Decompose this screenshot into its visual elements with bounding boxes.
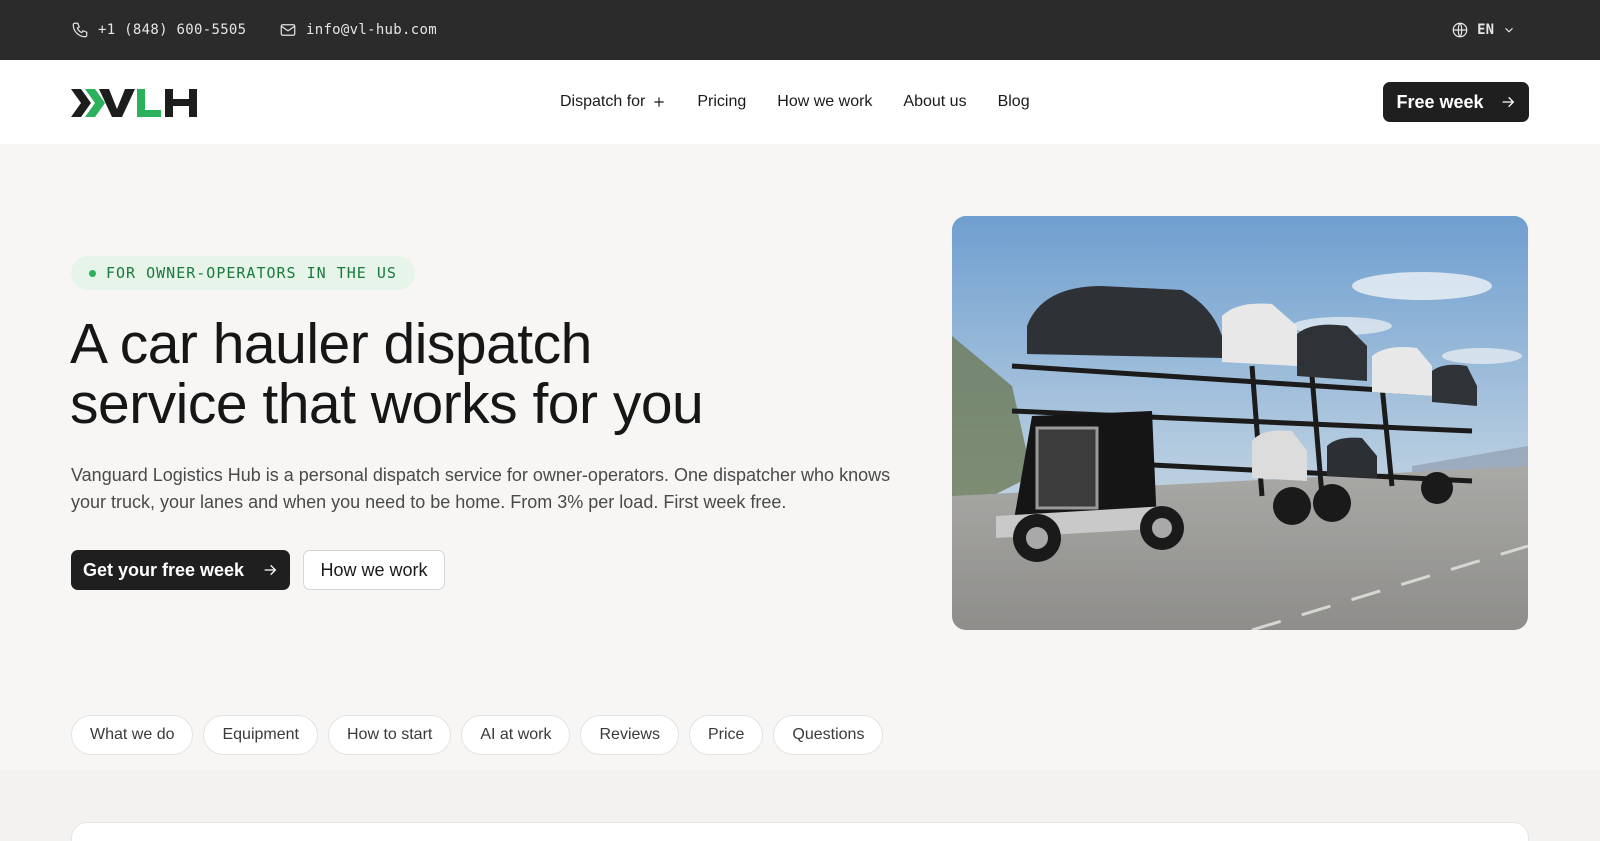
get-free-week-button[interactable]: Get your free week [71,550,290,590]
tab-ai-at-work[interactable]: AI at work [461,715,571,755]
nav-how-we-work[interactable]: How we work [777,93,872,111]
hero-description: Vanguard Logistics Hub is a personal dis… [71,465,891,512]
plus-icon [654,97,665,107]
how-we-work-button[interactable]: How we work [303,550,445,590]
tab-equipment[interactable]: Equipment [203,715,318,755]
get-free-week-label: Get your free week [82,559,245,580]
hero-title-line1: A car hauler dispatch [70,312,592,376]
vlh-logo[interactable] [71,87,201,119]
main-nav: Dispatch for Pricing How we work About u… [560,60,1061,144]
tab-how-to-start[interactable]: How to start [327,715,452,755]
arrow-right-icon [1502,96,1514,108]
email-contact[interactable]: info@vl-hub.com [279,0,437,60]
top-bar: +1 (848) 600-5505 info@vl-hub.com EN [0,0,1600,60]
nav-dispatch-for-label: Dispatch for [560,93,646,110]
tab-price[interactable]: Price [688,715,764,755]
tab-what-we-do[interactable]: What we do [71,715,194,755]
how-we-work-label: How we work [320,559,428,580]
free-week-button[interactable]: Free week [1383,82,1529,122]
badge-dot [89,269,96,277]
globe-icon [1452,22,1468,38]
site-header: Dispatch for Pricing How we work About u… [0,60,1600,144]
nav-about-us[interactable]: About us [903,93,966,111]
chevron-down-icon [1505,27,1513,33]
car-hauler-truck-image [952,216,1528,630]
audience-badge: FOR OWNER-OPERATORS IN THE US [71,256,415,290]
arrow-right-icon [264,564,277,576]
section-tabs: What we do Equipment How to start AI at … [71,715,884,755]
hero-title-line2: service that works for you [70,372,704,436]
free-week-label: Free week [1396,91,1484,112]
email-address[interactable]: info@vl-hub.com [306,22,437,38]
nav-dispatch-for[interactable]: Dispatch for [560,93,666,111]
tab-questions[interactable]: Questions [773,715,884,755]
phone-contact[interactable]: +1 (848) 600-5505 [71,0,246,60]
tab-reviews[interactable]: Reviews [580,715,679,755]
phone-icon [72,22,88,38]
language-label: EN [1477,22,1494,38]
hero-title: A car hauler dispatch service that works… [70,314,890,434]
phone-number[interactable]: +1 (848) 600-5505 [98,22,246,38]
badge-text: FOR OWNER-OPERATORS IN THE US [106,264,397,282]
mail-icon [280,24,296,36]
language-selector[interactable]: EN [1451,0,1516,60]
next-section-card [71,822,1529,841]
nav-pricing[interactable]: Pricing [697,93,746,111]
nav-blog[interactable]: Blog [998,93,1030,111]
